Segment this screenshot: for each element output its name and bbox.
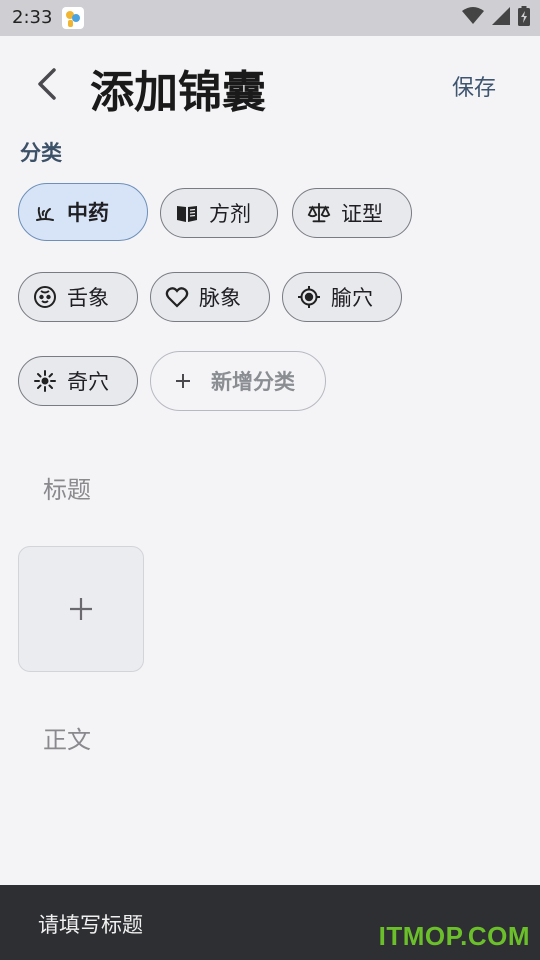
chip-label: 中药 bbox=[67, 201, 109, 225]
book-icon bbox=[175, 201, 199, 225]
chip-label: 证型 bbox=[341, 202, 383, 226]
snackbar: 请填写标题 ITMOP.COM bbox=[0, 885, 540, 960]
chip-pulse[interactable]: 脉象 bbox=[150, 272, 270, 322]
snackbar-message: 请填写标题 bbox=[38, 913, 143, 937]
add-category-label: 新增分类 bbox=[211, 370, 295, 394]
app-notification-icon bbox=[62, 7, 84, 29]
add-category-button[interactable]: 新增分类 bbox=[150, 351, 326, 411]
chip-syndrome[interactable]: 证型 bbox=[292, 188, 412, 238]
body-input[interactable]: 正文 bbox=[43, 720, 91, 755]
chip-label: 奇穴 bbox=[67, 370, 109, 394]
face-icon bbox=[33, 285, 57, 309]
chip-extra-point[interactable]: 奇穴 bbox=[18, 356, 138, 406]
wifi-icon bbox=[462, 7, 484, 29]
chip-label: 舌象 bbox=[67, 286, 109, 310]
target-icon bbox=[297, 285, 321, 309]
chip-label: 方剂 bbox=[209, 202, 251, 226]
page-title: 添加锦囊 bbox=[90, 67, 266, 118]
heart-icon bbox=[165, 285, 189, 309]
plus-icon bbox=[70, 598, 92, 620]
status-bar: 2:33 bbox=[0, 0, 540, 36]
back-button[interactable] bbox=[28, 64, 68, 104]
scale-icon bbox=[307, 201, 331, 225]
signal-icon bbox=[492, 7, 510, 29]
plus-icon bbox=[171, 369, 195, 393]
chip-label: 脉象 bbox=[199, 286, 241, 310]
chip-acupoint[interactable]: 腧穴 bbox=[282, 272, 402, 322]
app-header: 添加锦囊 保存 bbox=[0, 36, 540, 132]
status-time: 2:33 bbox=[12, 7, 53, 28]
chip-tongue[interactable]: 舌象 bbox=[18, 272, 138, 322]
watermark: ITMOP.COM bbox=[378, 921, 530, 951]
chip-label: 腧穴 bbox=[331, 286, 373, 310]
sparkle-icon bbox=[33, 369, 57, 393]
chip-herb[interactable]: 中药 bbox=[18, 183, 148, 241]
chip-formula[interactable]: 方剂 bbox=[160, 188, 278, 238]
battery-icon bbox=[518, 6, 530, 30]
herb-icon bbox=[33, 200, 57, 224]
category-section-label: 分类 bbox=[20, 141, 62, 165]
title-input[interactable]: 标题 bbox=[43, 470, 91, 505]
add-image-button[interactable] bbox=[18, 546, 144, 672]
save-button[interactable]: 保存 bbox=[452, 70, 496, 102]
chevron-left-icon bbox=[38, 68, 56, 100]
